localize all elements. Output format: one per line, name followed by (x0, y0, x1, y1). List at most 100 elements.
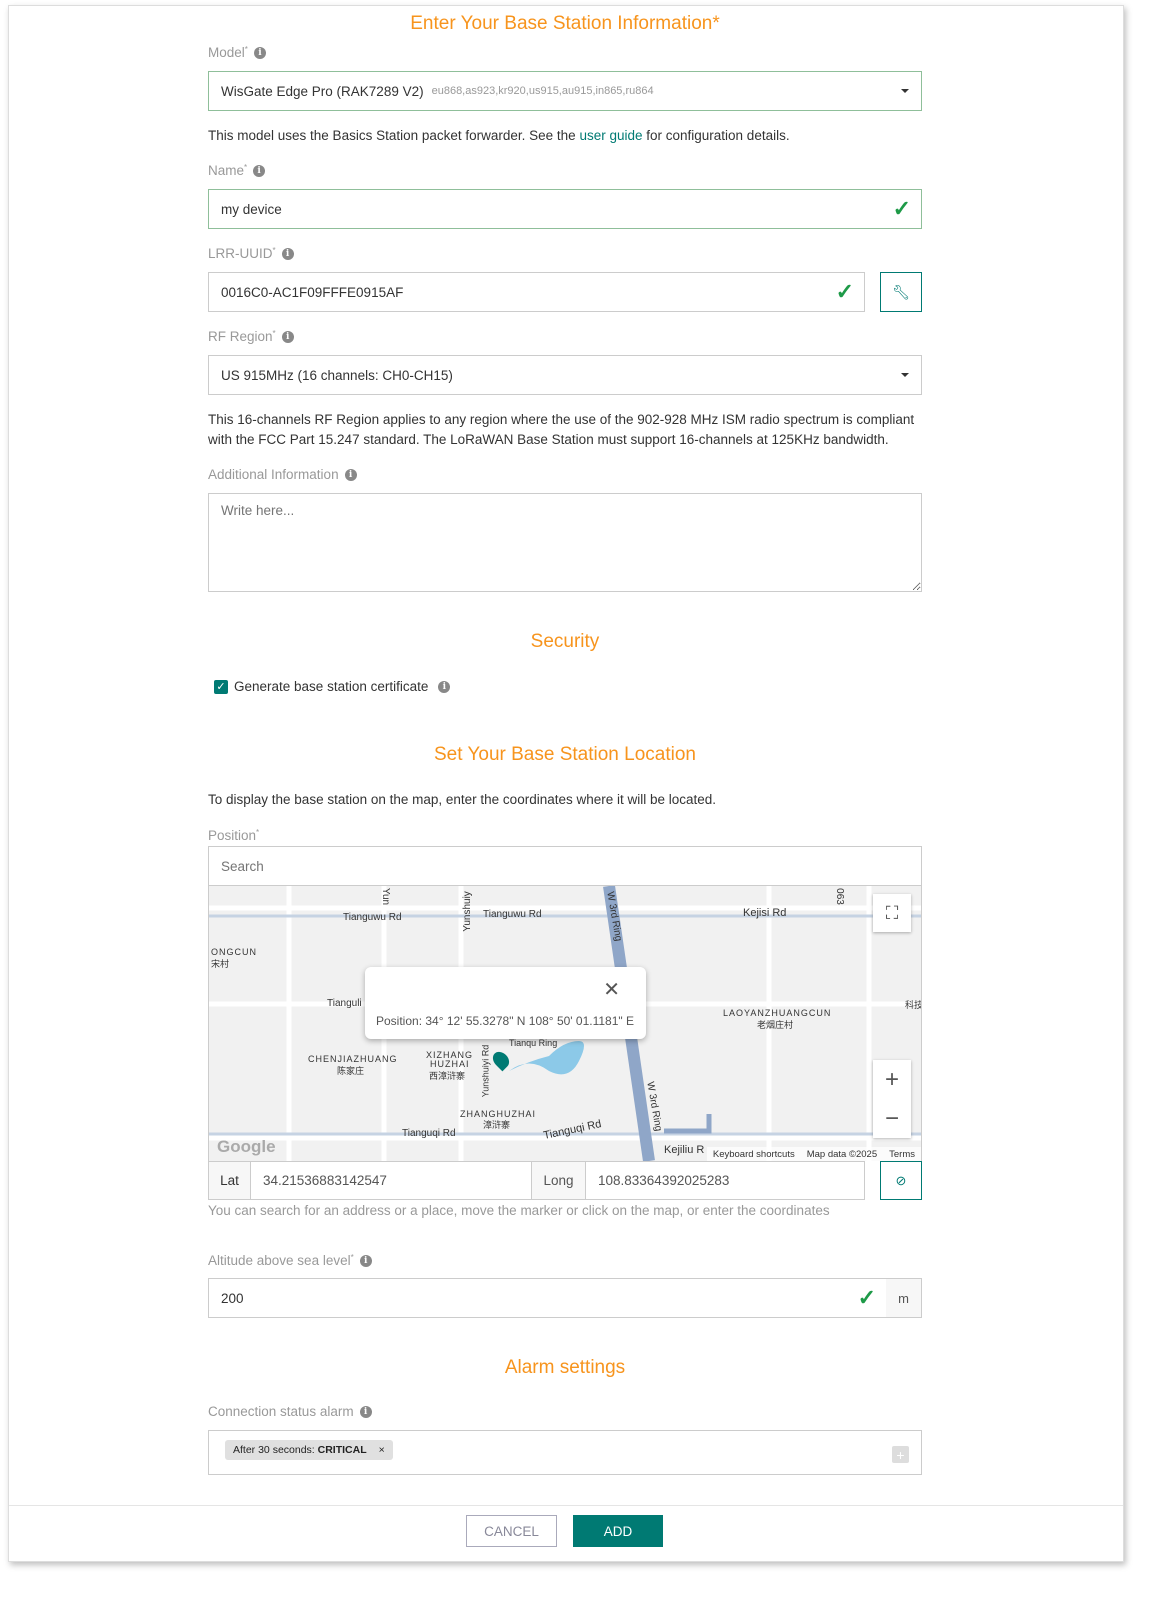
map-label: Tianguwu Rd (343, 912, 402, 923)
map-label: 科技 (905, 1000, 922, 1010)
altitude-label: Altitude above sea level * i (208, 1253, 372, 1268)
info-icon[interactable]: i (359, 1405, 372, 1418)
zoom-out-button[interactable]: − (873, 1099, 911, 1138)
checkmark-icon: ✓ (892, 196, 911, 221)
alarm-tag-text: After 30 seconds: CRITICAL (233, 1444, 367, 1456)
map-label: 西漳浒寨 (429, 1071, 466, 1081)
add-button[interactable]: ADD (573, 1515, 663, 1547)
map-label: HUZHAI (430, 1059, 470, 1069)
lat-input[interactable]: 34.21536883142547 (251, 1162, 532, 1199)
info-icon[interactable]: i (281, 247, 294, 260)
google-logo: Google (217, 1137, 276, 1156)
info-icon[interactable]: i (281, 330, 294, 343)
map-label: LAOYANZHUANGCUN (723, 1008, 832, 1018)
map[interactable]: Tianguwu Rd Tianguwu Rd Kejisi Rd Yunshu… (208, 886, 922, 1161)
info-icon[interactable]: i (438, 680, 451, 693)
certificate-checkbox[interactable]: ✓ (214, 679, 228, 694)
cancel-button[interactable]: CANCEL (466, 1515, 557, 1547)
security-heading: Security (530, 631, 600, 652)
wrench-button[interactable]: 🔧︎ (880, 272, 922, 312)
locate-button[interactable]: ⊘ (880, 1161, 922, 1200)
zoom-in-button[interactable]: + (873, 1060, 911, 1099)
map-footer: Keyboard shortcuts Map data ©2025 Terms (706, 1147, 921, 1161)
map-label: Tianguwu Rd (483, 909, 542, 920)
name-input[interactable]: my device ✓ (208, 189, 922, 229)
name-label: Name * i (208, 163, 266, 178)
long-label: Long (532, 1162, 586, 1199)
page-title: Enter Your Base Station Information* (410, 13, 720, 34)
location-heading: Set Your Base Station Location (434, 744, 696, 765)
map-label: Yunshuiy (461, 891, 473, 932)
additional-info-textarea[interactable] (208, 493, 922, 592)
zoom-controls: + − (873, 1060, 911, 1138)
additional-label-text: Additional Information (208, 467, 339, 482)
info-icon[interactable]: i (253, 46, 266, 59)
additional-info-label: Additional Information i (208, 467, 357, 482)
rf-description-line2: with the FCC Part 15.247 standard. The L… (208, 432, 889, 447)
rf-region-label: RF Region * i (208, 329, 294, 344)
user-guide-link[interactable]: user guide (579, 128, 642, 143)
map-popup: ✕ Position: 34° 12' 55.3278" N 108° 50' … (365, 967, 646, 1039)
model-select[interactable]: WisGate Edge Pro (RAK7289 V2) eu868,as92… (208, 71, 922, 111)
rf-label-text: RF Region (208, 329, 273, 344)
footer-divider (9, 1505, 1123, 1506)
location-hint: You can search for an address or a place… (208, 1203, 830, 1218)
info-icon[interactable]: i (344, 468, 357, 481)
position-label: Position * (208, 828, 260, 843)
chevron-down-icon (901, 373, 909, 377)
altitude-value: 200 (221, 1290, 244, 1306)
desc-text: for configuration details. (642, 128, 790, 143)
map-label: 陈家庄 (337, 1066, 365, 1076)
terms-link[interactable]: Terms (889, 1149, 915, 1160)
map-label: Kejiliu R (664, 1144, 705, 1156)
altitude-label-text: Altitude above sea level (208, 1253, 351, 1268)
map-label: 063 (833, 888, 845, 905)
map-data-text: Map data ©2025 (806, 1148, 878, 1160)
lrr-uuid-input[interactable]: 0016C0-AC1F09FFFE0915AF ✓ (208, 272, 865, 312)
lrr-value: 0016C0-AC1F09FFFE0915AF (221, 284, 404, 300)
alarm-tag: After 30 seconds: CRITICAL × (225, 1440, 393, 1460)
popup-position-text: Position: 34° 12' 55.3278" N 108° 50' 01… (376, 1014, 634, 1028)
name-label-text: Name (208, 163, 245, 178)
model-value: WisGate Edge Pro (RAK7289 V2) (221, 83, 424, 99)
compass-icon: ⊘ (895, 1172, 907, 1188)
info-icon[interactable]: i (253, 164, 266, 177)
info-icon[interactable]: i (359, 1254, 372, 1267)
map-label: Tianguqi Rd (402, 1128, 456, 1139)
close-icon[interactable]: ✕ (603, 977, 620, 1002)
keyboard-shortcuts-link[interactable]: Keyboard shortcuts (713, 1149, 795, 1160)
position-search-input[interactable] (208, 846, 922, 886)
map-label: Tianguli (327, 998, 362, 1009)
wrench-icon: 🔧︎ (892, 283, 910, 300)
map-label: 宋村 (211, 959, 230, 969)
checkmark-icon: ✓ (857, 1285, 876, 1310)
name-value: my device (221, 201, 282, 217)
long-input[interactable]: 108.83364392025283 (586, 1162, 864, 1199)
rf-region-select[interactable]: US 915MHz (16 channels: CH0-CH15) (208, 355, 922, 395)
map-label: Kejisi Rd (743, 907, 787, 919)
alarm-field[interactable]: After 30 seconds: CRITICAL × + (208, 1430, 922, 1475)
model-description: This model uses the Basics Station packe… (208, 126, 790, 146)
model-bands: eu868,as923,kr920,us915,au915,in865,ru86… (431, 85, 654, 97)
altitude-input[interactable]: 200 ✓ (208, 1278, 887, 1318)
map-label: Tianqu Ring (509, 1038, 558, 1048)
coordinates-row: Lat 34.21536883142547 Long 108.833643920… (208, 1161, 865, 1200)
fullscreen-button[interactable]: ⛶ (873, 894, 911, 932)
rf-description-line1: This 16-channels RF Region applies to an… (208, 412, 915, 427)
certificate-label: Generate base station certificate (234, 679, 429, 694)
position-label-text: Position (208, 828, 257, 843)
lrr-label-text: LRR-UUID (208, 246, 273, 261)
lat-label: Lat (209, 1162, 251, 1199)
chevron-down-icon (901, 89, 909, 93)
add-alarm-button[interactable]: + (892, 1446, 909, 1463)
remove-tag-icon[interactable]: × (379, 1444, 385, 1456)
alarm-label-text: Connection status alarm (208, 1404, 354, 1419)
map-label: CHENJIAZHUANG (308, 1054, 398, 1064)
location-description: To display the base station on the map, … (208, 792, 717, 807)
lrr-label: LRR-UUID * i (208, 246, 294, 261)
model-label-text: Model (208, 45, 245, 60)
altitude-unit: m (886, 1278, 922, 1318)
alarm-label: Connection status alarm i (208, 1404, 372, 1419)
map-label: ONGCUN (211, 947, 257, 957)
rf-value: US 915MHz (16 channels: CH0-CH15) (221, 367, 453, 383)
